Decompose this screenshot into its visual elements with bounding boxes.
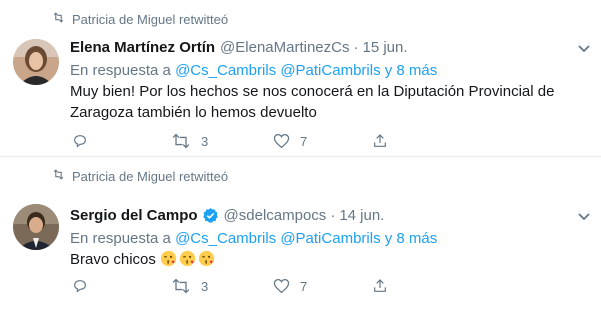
user-handle[interactable]: @ElenaMartinezCs [220,39,349,56]
reply-mentions-link[interactable]: @Cs_Cambrils @PatiCambrils y 8 más [175,230,437,247]
heart-icon [273,133,290,149]
face-throwing-kiss-icon [198,250,215,267]
retweet-count: 3 [201,133,209,149]
tweet-header: Elena Martínez Ortín @ElenaMartinezCs · … [70,37,581,57]
heart-icon [273,278,290,294]
reply-context: En respuesta a @Cs_Cambrils @PatiCambril… [70,230,581,247]
retweet-count: 3 [201,278,209,294]
tweet-date[interactable]: 15 jun. [362,39,407,56]
display-name[interactable]: Elena Martínez Ortín [70,39,215,56]
separator-dot: · [353,38,359,56]
tweet-text: Bravo chicos [70,249,581,270]
tweet-actions: 3 7 [70,133,490,151]
chevron-down-icon[interactable] [577,44,591,54]
retweet-icon [172,278,190,294]
reply-prefix: En respuesta a [70,230,171,247]
reply-context: En respuesta a @Cs_Cambrils @PatiCambril… [70,62,581,79]
retweeted-by-text[interactable]: Patricia de Miguel retwitteó [72,169,228,184]
tweet-content: Sergio del Campo @sdelcampocs · 14 jun. … [70,205,581,270]
tweet-content: Elena Martínez Ortín @ElenaMartinezCs · … [70,37,581,123]
tweet-actions: 3 7 [70,278,490,296]
tweet-text: Muy bien! Por los hechos se nos conocerá… [70,83,555,121]
face-throwing-kiss-icon [179,250,196,267]
reply-icon [74,135,86,148]
reply-mentions-link[interactable]: @Cs_Cambrils @PatiCambrils y 8 más [175,62,437,79]
like-count: 7 [300,278,308,294]
share-icon [374,134,386,147]
retweet-icon [172,133,190,149]
chevron-down-icon[interactable] [577,212,591,222]
reply-prefix: En respuesta a [70,62,171,79]
user-handle[interactable]: @sdelcampocs [224,207,327,224]
share-button[interactable] [372,133,388,149]
display-name[interactable]: Sergio del Campo [70,207,198,224]
retweeted-by-text[interactable]: Patricia de Miguel retwitteó [72,12,228,27]
tweet-header: Sergio del Campo @sdelcampocs · 14 jun. [70,205,581,225]
retweet-icon [53,12,64,23]
tweet-date[interactable]: 14 jun. [339,207,384,224]
retweet-button[interactable]: 3 [171,133,208,149]
emoji-group [160,250,217,268]
reply-button[interactable] [72,133,88,149]
like-count: 7 [300,133,308,149]
reply-icon [74,280,86,293]
verified-badge-icon [202,207,218,223]
tweet-text-body: Bravo chicos [70,251,156,268]
retweet-icon [53,169,64,180]
face-throwing-kiss-icon [160,250,177,267]
retweet-button[interactable]: 3 [171,278,208,294]
like-button[interactable]: 7 [273,133,307,149]
reply-button[interactable] [72,278,88,294]
like-button[interactable]: 7 [273,278,307,294]
tweet[interactable]: Patricia de Miguel retwitteó Sergio del … [0,157,601,315]
share-icon [374,279,386,292]
avatar[interactable] [13,39,59,85]
tweet[interactable]: Patricia de Miguel retwitteó Elena Martí… [0,0,601,157]
avatar[interactable] [13,204,59,250]
share-button[interactable] [372,278,388,294]
separator-dot: · [330,206,336,224]
